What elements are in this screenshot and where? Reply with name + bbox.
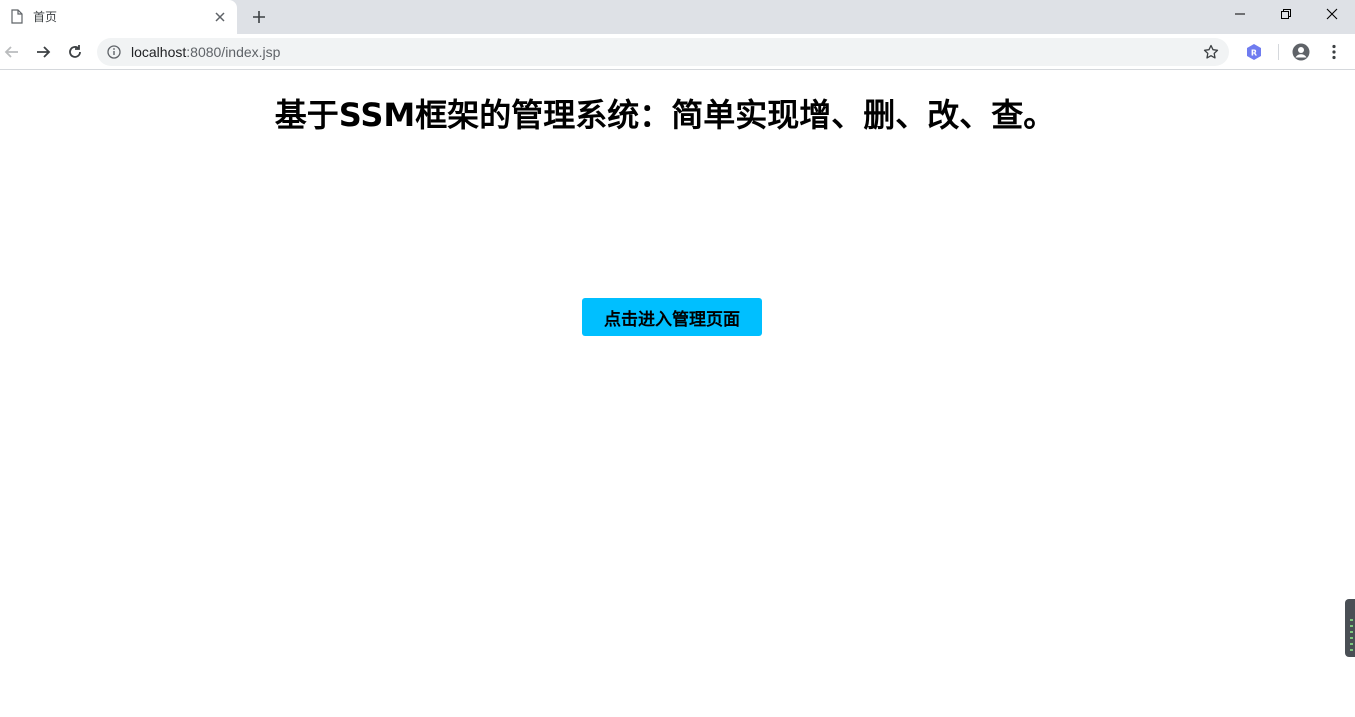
widget-bar xyxy=(1350,637,1353,639)
reload-icon[interactable] xyxy=(65,42,85,62)
minimize-button[interactable] xyxy=(1217,0,1263,30)
page-content: 基于SSM框架的管理系统：简单实现增、删、改、查。 点击进入管理页面 xyxy=(0,71,1355,717)
page-title: 基于SSM框架的管理系统：简单实现增、删、改、查。 xyxy=(274,96,1056,134)
address-bar[interactable]: localhost:8080/index.jsp xyxy=(97,38,1229,66)
back-arrow-icon[interactable] xyxy=(2,42,22,62)
url-text[interactable]: localhost:8080/index.jsp xyxy=(131,44,280,60)
tab-title: 首页 xyxy=(33,10,58,24)
widget-bar xyxy=(1350,625,1353,627)
new-tab-icon[interactable] xyxy=(249,7,269,27)
close-icon xyxy=(1326,8,1338,20)
extension-label: R xyxy=(1251,49,1257,58)
close-window-button[interactable] xyxy=(1309,0,1355,30)
url-host: localhost xyxy=(131,44,187,60)
more-menu-icon[interactable] xyxy=(1324,42,1344,62)
browser-tab[interactable]: 首页 xyxy=(0,0,237,34)
extension-icon[interactable]: R xyxy=(1245,43,1263,61)
bookmark-star-icon[interactable] xyxy=(1203,44,1219,60)
toolbar-separator xyxy=(1278,44,1279,60)
tab-strip: 首页 xyxy=(0,0,1355,34)
forward-arrow-icon[interactable] xyxy=(33,42,53,62)
close-tab-icon[interactable] xyxy=(212,9,228,25)
restore-icon xyxy=(1281,9,1291,19)
document-icon xyxy=(11,9,23,24)
side-widget-handle[interactable] xyxy=(1345,599,1355,657)
restore-button[interactable] xyxy=(1263,0,1309,30)
enter-management-button[interactable]: 点击进入管理页面 xyxy=(582,298,762,336)
profile-avatar-icon[interactable] xyxy=(1291,42,1311,62)
widget-bar xyxy=(1350,643,1353,645)
widget-bar xyxy=(1350,619,1353,621)
browser-toolbar: localhost:8080/index.jsp R xyxy=(0,34,1355,70)
widget-bar xyxy=(1350,631,1353,633)
widget-bar xyxy=(1350,649,1353,651)
url-path: :8080/index.jsp xyxy=(186,44,281,60)
info-icon[interactable] xyxy=(107,45,121,59)
minimize-icon xyxy=(1235,13,1245,15)
